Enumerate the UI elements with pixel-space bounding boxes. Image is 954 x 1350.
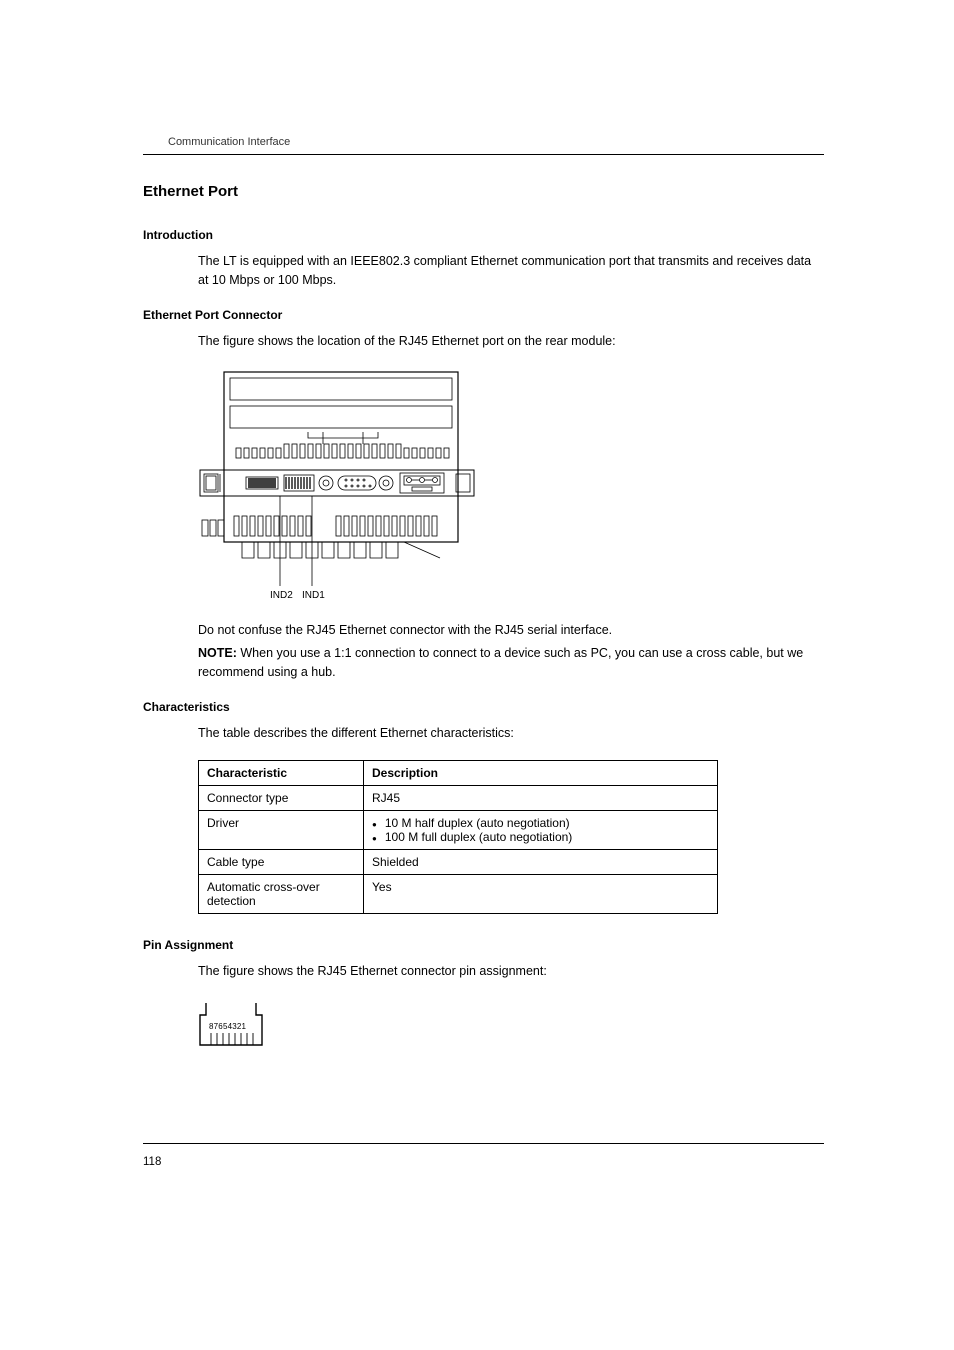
cell-char: Automatic cross-over detection xyxy=(199,875,364,914)
text-pin: The figure shows the RJ45 Ethernet conne… xyxy=(198,962,824,981)
heading-pin: Pin Assignment xyxy=(143,938,824,952)
note-text: When you use a 1:1 connection to connect… xyxy=(198,646,803,679)
cell-char: Driver xyxy=(199,811,364,850)
table-row: Driver 10 M half duplex (auto negotiatio… xyxy=(199,811,718,850)
table-row: Connector type RJ45 xyxy=(199,786,718,811)
fig-label-ind2: IND2 xyxy=(270,590,293,600)
cell-char: Cable type xyxy=(199,850,364,875)
heading-characteristics: Characteristics xyxy=(143,700,824,714)
text-characteristics: The table describes the different Ethern… xyxy=(198,724,824,743)
table-row: Cable type Shielded xyxy=(199,850,718,875)
heading-connector: Ethernet Port Connector xyxy=(143,308,824,322)
text-connector-note: NOTE: When you use a 1:1 connection to c… xyxy=(198,644,824,682)
cell-desc: 10 M half duplex (auto negotiation) 100 … xyxy=(364,811,718,850)
cell-desc: RJ45 xyxy=(364,786,718,811)
page-title: Ethernet Port xyxy=(143,183,824,200)
page-number: 118 xyxy=(143,1156,161,1168)
cell-char: Connector type xyxy=(199,786,364,811)
note-label: NOTE: xyxy=(198,646,237,660)
table-characteristics: Characteristic Description Connector typ… xyxy=(198,760,824,914)
th-description: Description xyxy=(364,761,718,786)
fig-label-ind1: IND1 xyxy=(302,590,325,600)
table-row: Automatic cross-over detection Yes xyxy=(199,875,718,914)
figure-rj45-pins: 87654321 xyxy=(198,999,824,1062)
text-connector-2: Do not confuse the RJ45 Ethernet connect… xyxy=(198,621,824,640)
page-header: Communication Interface xyxy=(143,136,824,155)
text-connector-1: The figure shows the location of the RJ4… xyxy=(198,332,824,351)
cell-desc: Shielded xyxy=(364,850,718,875)
text-introduction: The LT is equipped with an IEEE802.3 com… xyxy=(198,252,824,290)
bullet-item: 10 M half duplex (auto negotiation) xyxy=(372,816,709,830)
heading-introduction: Introduction xyxy=(143,228,824,242)
page-footer: 118 xyxy=(143,1143,824,1170)
figure-rear-module: IND2 IND1 xyxy=(198,368,824,605)
pin-numbers: 87654321 xyxy=(209,1022,247,1031)
th-characteristic: Characteristic xyxy=(199,761,364,786)
cell-desc: Yes xyxy=(364,875,718,914)
bullet-item: 100 M full duplex (auto negotiation) xyxy=(372,830,709,844)
